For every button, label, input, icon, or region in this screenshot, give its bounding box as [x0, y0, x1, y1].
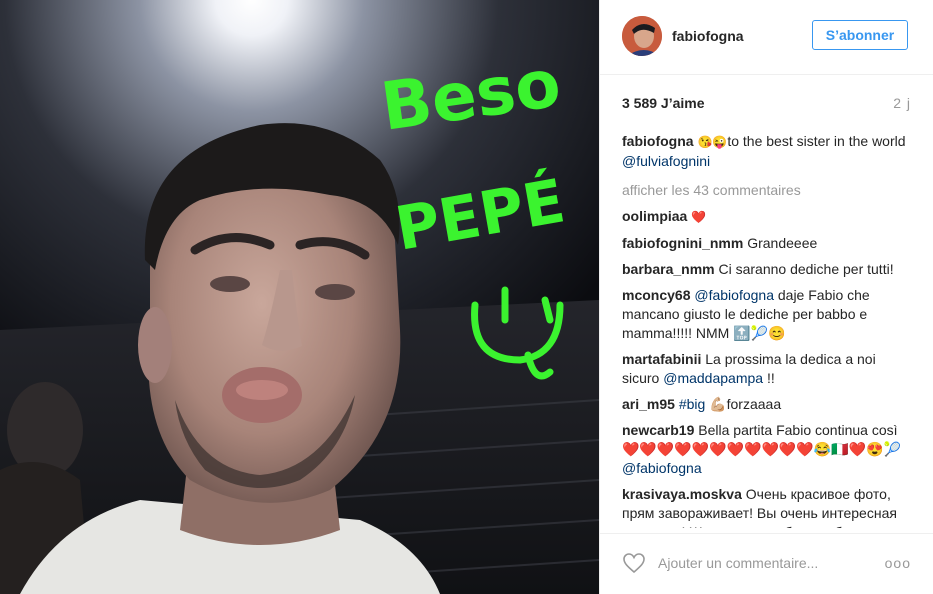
show-more-comments[interactable]: afficher les 43 commentaires [622, 181, 915, 200]
caption-mention[interactable]: @fulviafognini [622, 153, 710, 169]
more-options-icon[interactable]: ooo [885, 555, 911, 571]
post-sidebar: fabiofogna S’abonner 3 589 J’aime 2 j fa… [599, 0, 933, 594]
username[interactable]: fabiofogna [672, 28, 744, 44]
comment-text: ❤️ [691, 210, 707, 224]
comment: barbara_nmm Ci saranno dediche per tutti… [622, 260, 915, 279]
heart-icon[interactable] [622, 551, 646, 575]
post-time[interactable]: 2 j [893, 95, 911, 111]
caption-emoji: 😘😜 [697, 135, 728, 149]
comment-bar: Ajouter un commentaire... ooo [600, 533, 933, 594]
caption-text: to the best sister in the world [727, 133, 906, 149]
comments-list[interactable]: fabiofogna 😘😜to the best sister in the w… [622, 124, 915, 528]
comment-hashtag[interactable]: #big [679, 396, 705, 412]
post-header: fabiofogna S’abonner [600, 0, 933, 75]
comment-mention[interactable]: @maddapampa [663, 370, 763, 386]
comment-text: 💪🏼forzaaaa [705, 396, 782, 412]
comment-username[interactable]: ari_m95 [622, 396, 675, 412]
avatar[interactable] [622, 16, 662, 56]
likes-count[interactable]: 3 589 J’aime [622, 95, 705, 111]
comment: oolimpiaa ❤️ [622, 207, 915, 227]
comment-username[interactable]: oolimpiaa [622, 208, 687, 224]
comment-mention[interactable]: @fabiofogna [622, 460, 702, 476]
caption-username[interactable]: fabiofogna [622, 133, 694, 149]
comment: mconcy68 @fabiofogna daje Fabio che manc… [622, 286, 915, 343]
comment-username[interactable]: newcarb19 [622, 422, 694, 438]
comment-text: Ci saranno dediche per tutti! [718, 261, 894, 277]
comment: krasivaya.moskva Очень красивое фото, пр… [622, 485, 915, 528]
add-comment-input[interactable]: Ajouter un commentaire... [658, 555, 818, 571]
comment-username[interactable]: fabiofognini_nmm [622, 235, 743, 251]
selfie-image: Beso PEPÉ [0, 0, 599, 594]
likes-row: 3 589 J’aime 2 j [622, 95, 911, 115]
comment-username[interactable]: krasivaya.moskva [622, 486, 742, 502]
comment-mention[interactable]: @fabiofogna [694, 287, 774, 303]
avatar-image [622, 16, 662, 56]
post-photo[interactable]: Beso PEPÉ [0, 0, 599, 594]
comment-username[interactable]: mconcy68 [622, 287, 690, 303]
comment: martafabinii La prossima la dedica a noi… [622, 350, 915, 388]
comment-username[interactable]: martafabinii [622, 351, 701, 367]
comment: newcarb19 Bella partita Fabio continua c… [622, 421, 915, 478]
comment: fabiofognini_nmm Grandeeee [622, 234, 915, 253]
post-modal: Beso PEPÉ fabiofogna S’abonner 3 589 J’a… [0, 0, 933, 594]
comment-text: Grandeeee [747, 235, 818, 251]
caption: fabiofogna 😘😜to the best sister in the w… [622, 132, 915, 171]
comment-username[interactable]: barbara_nmm [622, 261, 715, 277]
follow-button[interactable]: S’abonner [812, 20, 908, 50]
comment: ari_m95 #big 💪🏼forzaaaa [622, 395, 915, 414]
comment-tail: !! [763, 370, 775, 386]
